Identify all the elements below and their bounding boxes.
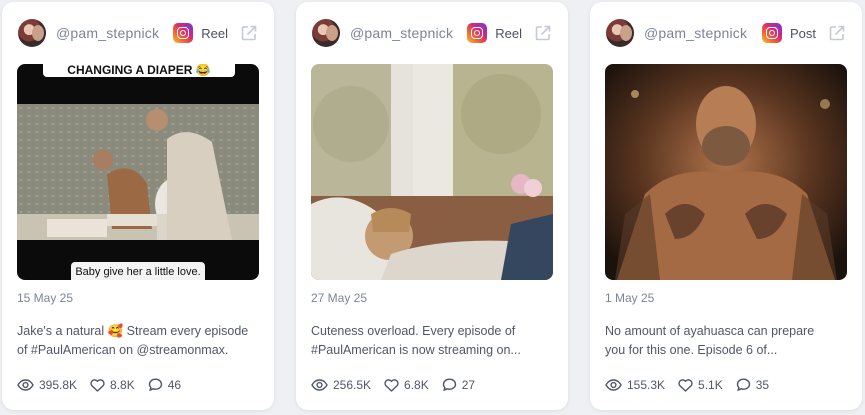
views-count: 256.5K (333, 378, 372, 392)
external-link-icon[interactable] (240, 24, 258, 42)
caption-line: No amount of ayahuasca can prepare (605, 324, 815, 338)
views-stat: 395.8K (17, 378, 77, 392)
author-handle[interactable]: @pam_stepnick (56, 25, 159, 41)
comments-stat: 27 (442, 378, 475, 392)
instagram-icon (173, 23, 194, 43)
heart-icon (678, 378, 693, 392)
caption-line: of #PaulAmerican on @streamonmax. (17, 343, 229, 357)
avatar[interactable] (312, 19, 340, 47)
engagement-stats: 256.5K 6.8K 27 (311, 378, 488, 392)
comments-count: 27 (461, 378, 476, 392)
comment-icon (442, 378, 456, 391)
post-card[interactable]: @pam_stepnick Reel 27 May 25 Cuteness ov… (296, 2, 568, 410)
post-date: 15 May 25 (17, 291, 74, 305)
avatar[interactable] (18, 19, 46, 47)
eye-icon (17, 379, 34, 391)
caption-line: Cuteness overload. Every episode of (311, 324, 516, 338)
caption-line: Jake's a natural 🥰 Stream every episode (17, 324, 249, 338)
caption-line: you for this one. Episode 6 of... (605, 343, 778, 357)
post-date: 27 May 25 (311, 291, 368, 305)
post-date: 1 May 25 (605, 291, 655, 305)
card-header: @pam_stepnick Reel (312, 18, 552, 48)
views-count: 395.8K (39, 378, 78, 392)
video-caption-bottom: Baby give her a little love. (71, 262, 205, 280)
avatar[interactable] (606, 19, 634, 47)
likes-count: 6.8K (404, 378, 429, 392)
comments-stat: 35 (736, 378, 769, 392)
eye-icon (311, 379, 328, 391)
post-type-label: Reel (495, 25, 522, 41)
views-stat: 155.3K (605, 378, 665, 392)
post-card[interactable]: @pam_stepnick Reel CHANGING A DIAPER 😂 B… (2, 2, 274, 410)
comment-icon (148, 378, 162, 391)
card-header: @pam_stepnick Post (606, 18, 846, 48)
video-caption-top: CHANGING A DIAPER 😂 (43, 64, 235, 77)
engagement-stats: 155.3K 5.1K 35 (605, 378, 782, 392)
post-card[interactable]: @pam_stepnick Post 1 May 25 No amount of… (590, 2, 862, 410)
post-type-label: Reel (201, 25, 228, 41)
likes-count: 8.8K (110, 378, 135, 392)
instagram-icon (467, 23, 488, 43)
heart-icon (384, 378, 399, 392)
instagram-icon (761, 23, 782, 43)
likes-count: 5.1K (698, 378, 723, 392)
post-thumbnail[interactable]: CHANGING A DIAPER 😂 Baby give her a litt… (17, 64, 259, 280)
views-stat: 256.5K (311, 378, 371, 392)
post-thumbnail[interactable] (311, 64, 553, 280)
post-caption: Jake's a natural 🥰 Stream every episode … (17, 322, 267, 360)
comment-icon (736, 378, 750, 391)
card-header: @pam_stepnick Reel (18, 18, 258, 48)
heart-icon (90, 378, 105, 392)
post-caption: Cuteness overload. Every episode of #Pau… (311, 322, 561, 360)
external-link-icon[interactable] (534, 24, 552, 42)
eye-icon (605, 379, 622, 391)
likes-stat: 5.1K (678, 378, 723, 392)
comments-count: 35 (755, 378, 770, 392)
author-handle[interactable]: @pam_stepnick (350, 25, 453, 41)
post-caption: No amount of ayahuasca can prepare you f… (605, 322, 855, 360)
post-thumbnail[interactable] (605, 64, 847, 280)
external-link-icon[interactable] (828, 24, 846, 42)
author-handle[interactable]: @pam_stepnick (644, 25, 747, 41)
likes-stat: 8.8K (90, 378, 135, 392)
caption-line: #PaulAmerican is now streaming on... (311, 343, 521, 357)
likes-stat: 6.8K (384, 378, 429, 392)
comments-stat: 46 (148, 378, 181, 392)
comments-count: 46 (167, 378, 182, 392)
engagement-stats: 395.8K 8.8K 46 (17, 378, 194, 392)
post-type-label: Post (789, 25, 816, 41)
views-count: 155.3K (627, 378, 666, 392)
